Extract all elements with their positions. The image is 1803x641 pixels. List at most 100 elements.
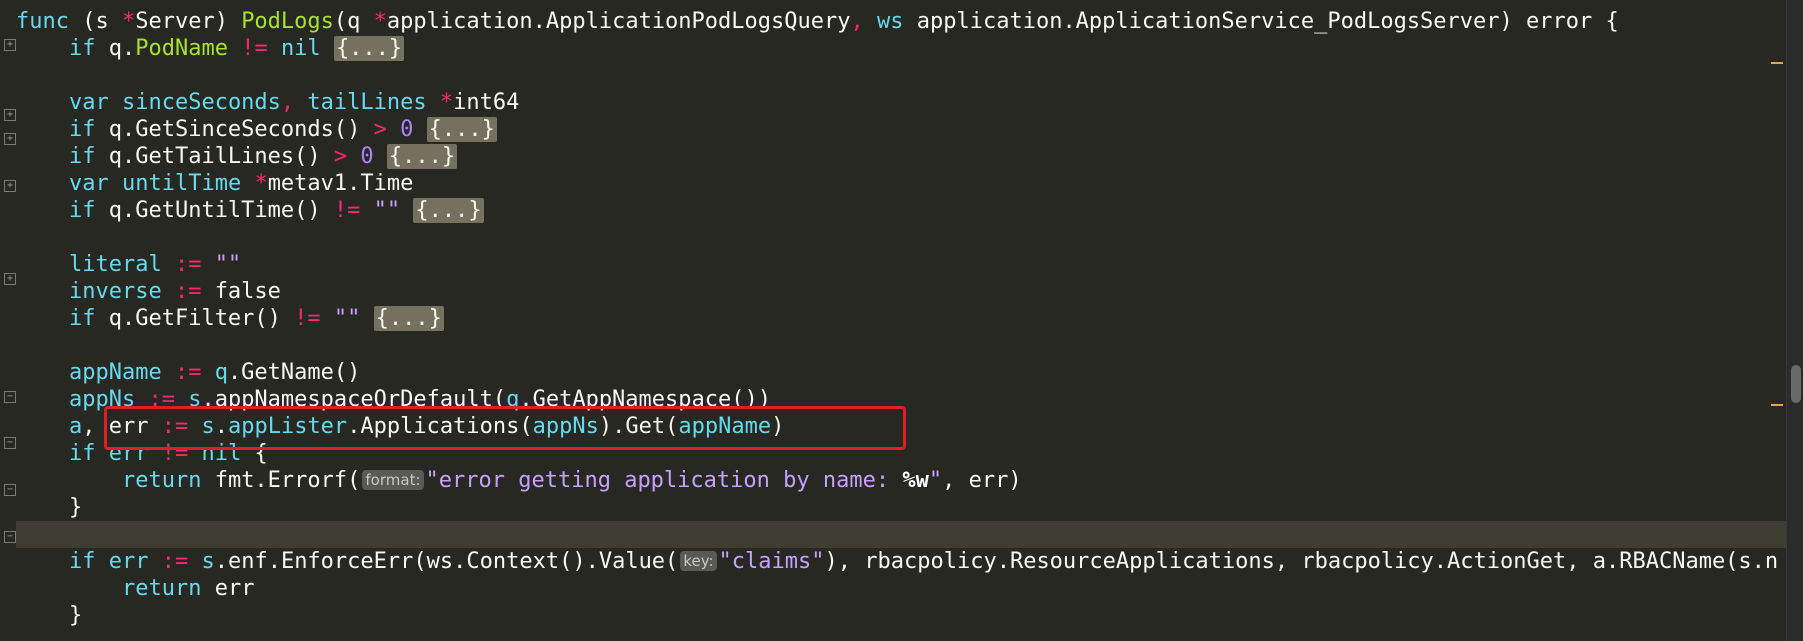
warning-marker[interactable] [1771,404,1783,406]
code-line[interactable] [16,332,1803,359]
code-line[interactable]: if q.GetSinceSeconds() > 0 {...} [16,116,1803,143]
fold-toggle-icon[interactable]: − [4,437,16,449]
keyword: func [16,9,69,34]
parameter-hint: format: [362,470,424,490]
code-line[interactable]: if q.GetTailLines() > 0 {...} [16,143,1803,170]
code-line[interactable]: var untilTime *metav1.Time [16,170,1803,197]
fold-toggle-icon[interactable]: − [4,484,16,496]
keyword: return [121,468,202,493]
identifier: inverse [68,279,162,304]
operator: != [161,441,202,466]
fold-toggle-icon[interactable]: + [4,109,16,121]
operator: != [333,198,374,223]
string-literal: " [928,468,943,493]
string-literal: "error getting application by name: [425,468,903,493]
fold-toggle-icon[interactable]: − [4,531,16,543]
code-text: err [201,576,255,601]
fold-toggle-icon[interactable]: + [4,39,16,51]
brace: } [68,495,83,520]
code-text: , err [82,414,162,439]
code-line[interactable]: return fmt.Errorf(format: "error getting … [16,467,1803,494]
identifier: ws [877,9,904,34]
warning-marker[interactable] [1771,62,1783,64]
code-line[interactable]: if err := s.enf.EnforceErr(ws.Context().… [16,548,1803,575]
keyword: if [68,36,96,61]
folded-block[interactable]: {...} [333,36,405,61]
operator: := [161,279,215,304]
code-text: .GetAppNamespace()) [519,387,772,412]
operator: * [121,9,136,34]
identifier: appNs [532,414,599,439]
code-line[interactable]: literal := "" [16,251,1803,278]
identifier: tailLines [307,90,440,115]
fold-toggle-icon[interactable]: + [4,133,16,145]
code-text: (s [68,9,122,34]
keyword: if [68,117,96,142]
code-text: q.GetFilter() [95,306,295,331]
folded-block[interactable]: {...} [426,117,497,142]
code-line[interactable]: appName := q.GetName() [16,359,1803,386]
code-line[interactable]: if q.GetUntilTime() != "" {...} [16,197,1803,224]
folded-block[interactable]: {...} [386,144,458,169]
code-line[interactable]: if q.GetFilter() != "" {...} [16,305,1803,332]
identifier: s [188,387,202,412]
operator: := [161,549,202,574]
code-line[interactable]: } [16,602,1803,629]
operator: > [333,144,361,169]
keyword: if [68,144,96,169]
code-line[interactable]: inverse := false [16,278,1803,305]
code-line[interactable]: return err [16,575,1803,602]
identifier: sinceSeconds [108,90,281,115]
number: 0 [360,144,374,169]
operator: , [280,90,308,115]
code-text: q.GetSinceSeconds() [95,117,374,142]
code-line[interactable]: appNs := s.appNamespaceOrDefault(q.GetAp… [16,386,1803,413]
operator: > [373,117,401,142]
code-line[interactable]: } [16,494,1803,521]
code-line[interactable]: func (s *Server) PodLogs(q *application.… [16,8,1803,35]
code-text: , err) [942,468,1022,493]
operator: * [373,9,387,34]
identifier: s [201,549,215,574]
current-line[interactable] [16,521,1803,548]
identifier: q [214,360,228,385]
code-line[interactable]: a, err := s.appLister.Applications(appNs… [16,413,1803,440]
operator: * [439,90,454,115]
code-text: .GetName() [227,360,361,385]
folded-block[interactable]: {...} [413,198,484,223]
code-line[interactable] [16,62,1803,89]
code-editor[interactable]: + + + + + − − − − func (s *Server) PodLo… [0,0,1803,641]
type-name: int64 [453,90,520,115]
identifier: appLister [227,414,348,439]
code-text: q.GetUntilTime() [95,198,334,223]
keyword: if [68,306,96,331]
operator: := [161,414,202,439]
keyword: false [214,279,281,304]
code-area[interactable]: func (s *Server) PodLogs(q *application.… [16,8,1803,629]
keyword: var [68,90,109,115]
operator: := [135,387,189,412]
code-line[interactable]: var sinceSeconds, tailLines *int64 [16,89,1803,116]
code-text: ).Get( [598,414,679,439]
code-line[interactable]: if err != nil { [16,440,1803,467]
keyword: nil [280,36,321,61]
identifier: err [95,549,162,574]
fold-toggle-icon[interactable]: − [4,391,16,403]
code-line[interactable]: if q.PodName != nil {...} [16,35,1803,62]
string-literal: "" [214,252,242,277]
code-text: q.GetTailLines() [95,144,334,169]
keyword: if [68,198,96,223]
operator: != [294,306,334,331]
code-text: application.ApplicationService_PodLogsSe… [903,9,1619,34]
identifier: a [68,414,83,439]
fold-toggle-icon[interactable]: + [4,180,16,192]
code-line[interactable] [16,224,1803,251]
scrollbar-thumb[interactable] [1791,365,1801,403]
string-literal: "" [333,306,361,331]
vertical-scrollbar[interactable] [1786,0,1803,641]
operator: := [161,252,215,277]
folded-block[interactable]: {...} [373,306,444,331]
format-verb: %w [902,468,929,493]
string-literal: "claims" [718,549,825,574]
fold-toggle-icon[interactable]: + [4,273,16,285]
